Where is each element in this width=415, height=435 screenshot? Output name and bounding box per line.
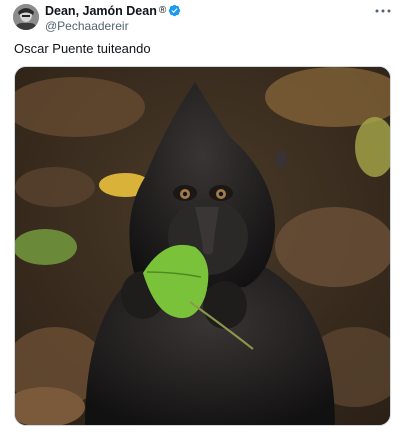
tweet-text: Oscar Puente tuiteando bbox=[14, 41, 151, 56]
tweet-media[interactable] bbox=[14, 66, 391, 426]
verified-badge-icon bbox=[169, 4, 181, 17]
more-options-button[interactable] bbox=[373, 3, 393, 19]
tweet-header: Dean, Jamón Dean ® @Pechaadereir bbox=[45, 3, 375, 33]
avatar-image bbox=[13, 4, 39, 30]
monkey-photo bbox=[15, 67, 390, 425]
avatar[interactable] bbox=[13, 4, 39, 30]
author-handle[interactable]: @Pechaadereir bbox=[45, 19, 375, 33]
more-horizontal-icon bbox=[375, 9, 391, 13]
author-name-row: Dean, Jamón Dean ® bbox=[45, 3, 375, 18]
author-display-name[interactable]: Dean, Jamón Dean bbox=[45, 4, 157, 18]
tweet[interactable]: Dean, Jamón Dean ® @Pechaadereir Oscar P… bbox=[0, 0, 415, 435]
registered-mark: ® bbox=[158, 5, 167, 16]
